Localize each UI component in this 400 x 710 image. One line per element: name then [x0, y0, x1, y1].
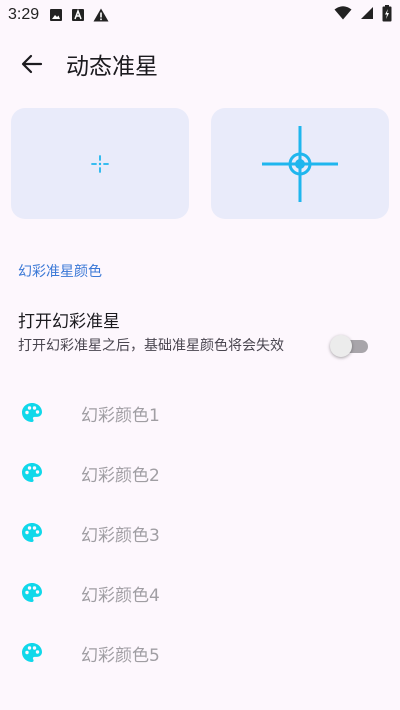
- list-item-rainbow-color-5[interactable]: 幻彩颜色5: [0, 623, 400, 683]
- back-button[interactable]: [18, 50, 46, 78]
- rainbow-color-list: 幻彩颜色1 幻彩颜色2 幻彩颜色3 幻彩颜色4 幻彩颜色5: [0, 383, 400, 683]
- palette-icon: [19, 460, 45, 486]
- list-item-rainbow-color-3[interactable]: 幻彩颜色3: [0, 503, 400, 563]
- warning-icon: [93, 8, 109, 22]
- a-box-icon: [71, 8, 85, 22]
- section-header: 幻彩准星颜色: [18, 264, 102, 280]
- switch-title: 打开幻彩准星: [18, 312, 120, 332]
- palette-icon: [19, 520, 45, 546]
- list-item-label: 幻彩颜色1: [81, 405, 160, 426]
- scope-crosshair-icon: [262, 125, 338, 202]
- switch-description: 打开幻彩准星之后，基础准星颜色将会失效: [18, 338, 284, 354]
- status-time: 3:29: [8, 6, 40, 23]
- crosshair-previews: [0, 98, 400, 219]
- scope-crosshair-preview[interactable]: [211, 108, 389, 219]
- small-crosshair-preview[interactable]: [11, 108, 189, 219]
- battery-charging-icon: [382, 4, 392, 26]
- toggle-thumb: [330, 335, 352, 357]
- list-item-rainbow-color-2[interactable]: 幻彩颜色2: [0, 443, 400, 503]
- list-item-label: 幻彩颜色5: [81, 645, 160, 666]
- rainbow-crosshair-toggle[interactable]: [330, 335, 370, 357]
- palette-icon: [19, 400, 45, 426]
- signal-icon: [360, 6, 374, 24]
- image-icon: [49, 8, 63, 22]
- page-title: 动态准星: [66, 54, 158, 80]
- app-bar: 动态准星: [0, 30, 400, 98]
- list-item-label: 幻彩颜色3: [81, 525, 160, 546]
- wifi-icon: [334, 6, 352, 24]
- list-item-label: 幻彩颜色4: [81, 585, 160, 606]
- rainbow-crosshair-switch-row[interactable]: 打开幻彩准星 打开幻彩准星之后，基础准星颜色将会失效: [0, 281, 400, 371]
- arrow-left-icon: [21, 54, 43, 74]
- palette-icon: [19, 580, 45, 606]
- list-item-rainbow-color-1[interactable]: 幻彩颜色1: [0, 383, 400, 443]
- status-bar: 3:29: [0, 0, 400, 30]
- list-item-rainbow-color-4[interactable]: 幻彩颜色4: [0, 563, 400, 623]
- small-crosshair-icon: [91, 154, 109, 173]
- list-item-label: 幻彩颜色2: [81, 465, 160, 486]
- palette-icon: [19, 640, 45, 666]
